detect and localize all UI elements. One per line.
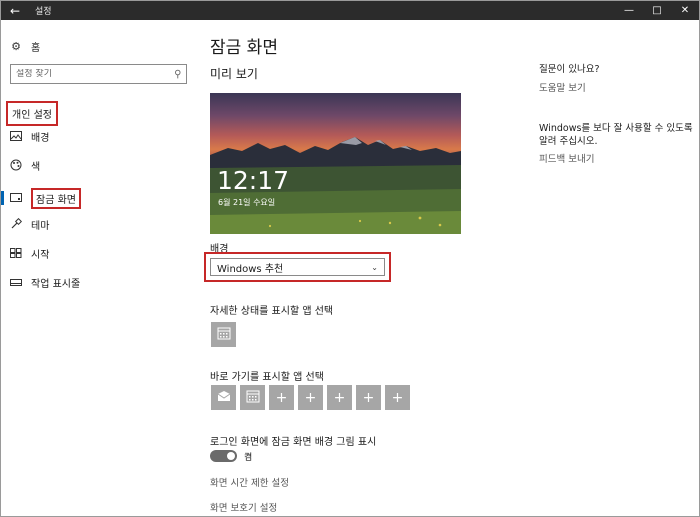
signin-background-toggle[interactable] (210, 450, 237, 462)
sidebar-item-color[interactable]: 색 (1, 154, 40, 176)
calendar-icon (246, 389, 260, 407)
plus-icon: + (362, 389, 375, 406)
dropdown-value: Windows 추천 (217, 263, 284, 275)
mail-icon (217, 390, 231, 406)
search-input[interactable] (16, 69, 156, 79)
add-app-button[interactable]: + (269, 385, 294, 410)
picture-icon (9, 129, 23, 143)
feedback-link[interactable]: 피드백 보내기 (539, 151, 594, 165)
sidebar-item-label: 시작 (31, 249, 50, 261)
add-app-button[interactable]: + (327, 385, 352, 410)
preview-heading: 미리 보기 (210, 67, 258, 81)
feedback-heading: Windows를 보다 잘 사용할 수 있도록 알려 주십시오. (539, 123, 693, 147)
page-title: 잠금 화면 (210, 38, 278, 58)
gear-icon: ⚙ (11, 39, 21, 53)
sidebar-item-label: 색 (31, 161, 41, 173)
plus-icon: + (275, 389, 288, 406)
add-app-button[interactable]: + (356, 385, 381, 410)
sidebar-item-lock-screen[interactable]: 잠금 화면 (1, 187, 81, 209)
close-button[interactable]: ✕ (671, 1, 699, 20)
add-app-button[interactable]: + (385, 385, 410, 410)
sidebar-item-label: 테마 (31, 220, 50, 232)
lock-screen-icon (9, 191, 23, 205)
minimize-button[interactable]: — (615, 1, 643, 20)
mail-app-button[interactable] (211, 385, 236, 410)
add-app-button[interactable]: + (298, 385, 323, 410)
plus-icon: + (304, 389, 317, 406)
search-icon[interactable]: ⚲ (174, 69, 181, 80)
preview-date: 6월 21일 수요일 (218, 198, 276, 207)
quick-status-label: 바로 가기를 표시할 앱 선택 (210, 372, 324, 383)
sidebar-item-label: 홈 (31, 42, 41, 54)
help-panel: 질문이 있나요? 도움말 보기 Windows를 보다 잘 사용할 수 있도록 … (539, 20, 699, 516)
detailed-status-label: 자세한 상태를 표시할 앱 선택 (210, 306, 334, 317)
start-icon (9, 246, 23, 260)
calendar-icon (217, 326, 231, 344)
sidebar-item-start[interactable]: 시작 (1, 242, 49, 264)
landscape-image (210, 137, 461, 234)
taskbar-icon (9, 275, 23, 289)
main-content: 잠금 화면 미리 보기 12:17 6월 21일 수요일 배경 Windows … (196, 20, 536, 516)
maximize-button[interactable]: □ (643, 1, 671, 20)
question-heading: 질문이 있나요? (539, 64, 600, 75)
plus-icon: + (333, 389, 346, 406)
section-header-personalization: 개인 설정 (6, 101, 58, 126)
back-arrow-icon[interactable]: ← (1, 1, 29, 20)
toggle-knob (227, 452, 235, 460)
title-bar: ← 설정 — □ ✕ (1, 1, 699, 20)
calendar-app-button-2[interactable] (240, 385, 265, 410)
sidebar-item-themes[interactable]: 테마 (1, 213, 49, 235)
brush-icon (9, 217, 23, 231)
sidebar-item-home[interactable]: ⚙ 홈 (1, 35, 40, 57)
calendar-app-button[interactable] (211, 322, 236, 347)
help-link[interactable]: 도움말 보기 (539, 80, 586, 94)
sidebar-item-taskbar[interactable]: 작업 표시줄 (1, 271, 80, 293)
chevron-down-icon: ⌄ (371, 262, 378, 272)
window-controls: — □ ✕ (615, 1, 699, 20)
sidebar-item-background[interactable]: 배경 (1, 125, 49, 147)
sidebar-item-label: 작업 표시줄 (31, 278, 81, 290)
background-dropdown[interactable]: Windows 추천 ⌄ (210, 258, 385, 276)
sidebar-item-label: 잠금 화면 (31, 187, 81, 209)
background-dropdown-highlight: Windows 추천 ⌄ (204, 252, 391, 282)
palette-icon (9, 158, 23, 172)
plus-icon: + (391, 389, 404, 406)
screensaver-link[interactable]: 화면 보호기 설정 (210, 500, 277, 514)
window-title: 설정 (35, 7, 52, 17)
sidebar-item-label: 배경 (31, 132, 50, 144)
sidebar: ⚙ 홈 ⚲ 개인 설정 배경 색 잠금 화면 테마 시작 (1, 20, 196, 516)
preview-time: 12:17 (217, 166, 290, 195)
toggle-state-label: 켬 (244, 453, 253, 463)
search-box[interactable]: ⚲ (10, 64, 187, 84)
signin-background-label: 로그인 화면에 잠금 화면 배경 그림 표시 (210, 437, 377, 448)
screen-timeout-link[interactable]: 화면 시간 제한 설정 (210, 475, 289, 489)
lock-screen-preview: 12:17 6월 21일 수요일 (210, 93, 461, 234)
